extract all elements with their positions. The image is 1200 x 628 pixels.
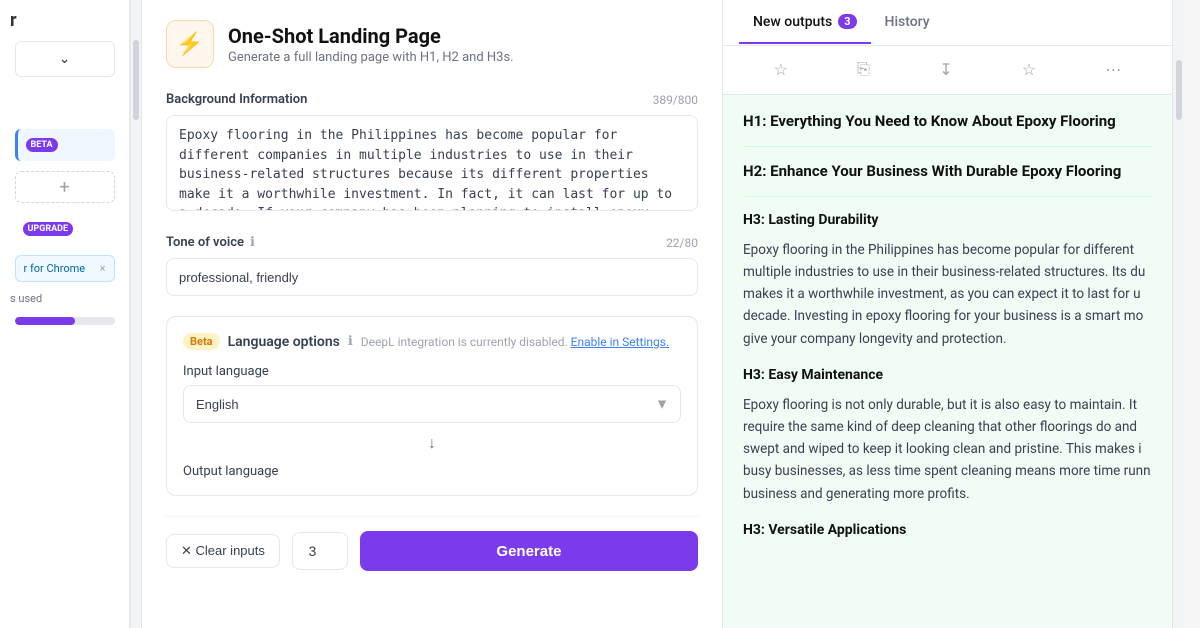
outputs-count-badge: 3 [838, 14, 856, 29]
bg-section-header: Background Information 389/800 [166, 92, 698, 107]
tool-subtitle: Generate a full landing page with H1, H2… [228, 50, 514, 65]
right-scrollbar[interactable] [1172, 0, 1184, 628]
more-action-button[interactable]: ⋯ [1097, 56, 1129, 84]
lang-beta-pill: Beta [183, 333, 220, 350]
history-tab-label: History [885, 14, 930, 30]
tone-input[interactable] [166, 258, 698, 296]
scrollbar-thumb [133, 40, 139, 120]
chrome-ext-label: r for Chrome [24, 262, 86, 275]
count-input[interactable] [292, 532, 348, 570]
footer-bar: ✕ Clear inputs Generate [166, 516, 698, 571]
beta-badge: BETA [26, 138, 58, 152]
input-lang-select-wrapper: English Spanish French German Japanese ▼ [183, 385, 681, 423]
clear-inputs-button[interactable]: ✕ Clear inputs [166, 534, 280, 568]
sidebar: r ⌄ BETA + UPGRADE r for Chrome × s used [0, 0, 130, 628]
chevron-down-icon: ⌄ [59, 51, 71, 67]
output-h3-2: H3: Easy Maintenance [743, 366, 1152, 386]
star-action-button[interactable]: ☆ [766, 56, 796, 84]
deepl-notice: DeepL integration is currently disabled.… [361, 335, 669, 349]
output-actions: ☆ ⎘ ↧ ☆ ⋯ [723, 46, 1172, 95]
main-content: ⚡ One-Shot Landing Page Generate a full … [142, 0, 722, 628]
tone-info-icon: ℹ [250, 235, 255, 250]
input-lang-select[interactable]: English Spanish French German Japanese [183, 385, 681, 423]
new-outputs-tab-label: New outputs [753, 14, 832, 30]
tone-section: Tone of voice ℹ 22/80 [166, 235, 698, 296]
right-panel: New outputs 3 History ☆ ⎘ ↧ ☆ ⋯ H1: Ever… [722, 0, 1172, 628]
deepl-notice-text: DeepL integration is currently disabled. [361, 335, 568, 349]
lang-header: Beta Language options ℹ DeepL integratio… [183, 333, 681, 350]
output-p1: Epoxy flooring in the Philippines has be… [743, 239, 1152, 350]
output-lang-label: Output language [183, 464, 278, 479]
lightning-icon: ⚡ [176, 32, 203, 57]
credits-used-label: s used [0, 292, 42, 305]
sidebar-dropdown[interactable]: ⌄ [15, 41, 115, 77]
add-new-button[interactable]: + [15, 171, 115, 203]
tool-icon: ⚡ [166, 20, 214, 68]
tool-info: One-Shot Landing Page Generate a full la… [228, 24, 514, 65]
input-lang-label: Input language [183, 364, 681, 379]
history-tab[interactable]: History [871, 2, 944, 44]
right-scrollbar-thumb [1176, 60, 1182, 120]
main-scrollbar[interactable] [130, 0, 142, 628]
chrome-ext-close-icon[interactable]: × [100, 262, 106, 275]
output-divider-2 [743, 196, 1152, 197]
sidebar-item-2[interactable]: BETA [15, 129, 115, 161]
output-h2: H2: Enhance Your Business With Durable E… [743, 161, 1152, 182]
bg-label: Background Information [166, 92, 307, 107]
bookmark-action-button[interactable]: ☆ [1014, 56, 1044, 84]
new-outputs-tab[interactable]: New outputs 3 [739, 2, 871, 44]
right-panel-header: New outputs 3 History [723, 0, 1172, 46]
tool-title: One-Shot Landing Page [228, 24, 514, 48]
tool-header: ⚡ One-Shot Landing Page Generate a full … [166, 20, 698, 68]
background-textarea[interactable] [166, 115, 698, 211]
sidebar-item-upgrade[interactable]: UPGRADE [15, 213, 115, 245]
download-action-button[interactable]: ↧ [931, 56, 960, 84]
sidebar-item-1[interactable] [15, 87, 115, 119]
generate-button[interactable]: Generate [360, 531, 698, 571]
output-content: H1: Everything You Need to Know About Ep… [723, 95, 1172, 628]
output-divider-1 [743, 146, 1152, 147]
input-lang-row: Input language English Spanish French Ge… [183, 364, 681, 423]
arrow-down-icon: ↓ [183, 433, 681, 453]
upgrade-badge: UPGRADE [23, 222, 74, 236]
tone-section-header: Tone of voice ℹ 22/80 [166, 235, 698, 250]
language-box: Beta Language options ℹ DeepL integratio… [166, 316, 698, 496]
copy-action-button[interactable]: ⎘ [849, 56, 878, 84]
bg-char-count: 389/800 [653, 93, 698, 107]
plus-icon: + [59, 177, 69, 198]
chrome-extension-item[interactable]: r for Chrome × [15, 255, 115, 282]
output-h3-3: H3: Versatile Applications [743, 521, 1152, 541]
lang-info-icon: ℹ [348, 334, 353, 349]
tone-label: Tone of voice [166, 235, 244, 250]
output-p2: Epoxy flooring is not only durable, but … [743, 394, 1152, 505]
output-h3-1: H3: Lasting Durability [743, 211, 1152, 231]
sidebar-title: r [0, 10, 17, 31]
deepl-enable-link[interactable]: Enable in Settings. [571, 335, 669, 349]
output-h1: H1: Everything You Need to Know About Ep… [743, 111, 1152, 132]
tone-char-count: 22/80 [666, 236, 698, 250]
lang-options-title: Language options [228, 334, 340, 350]
